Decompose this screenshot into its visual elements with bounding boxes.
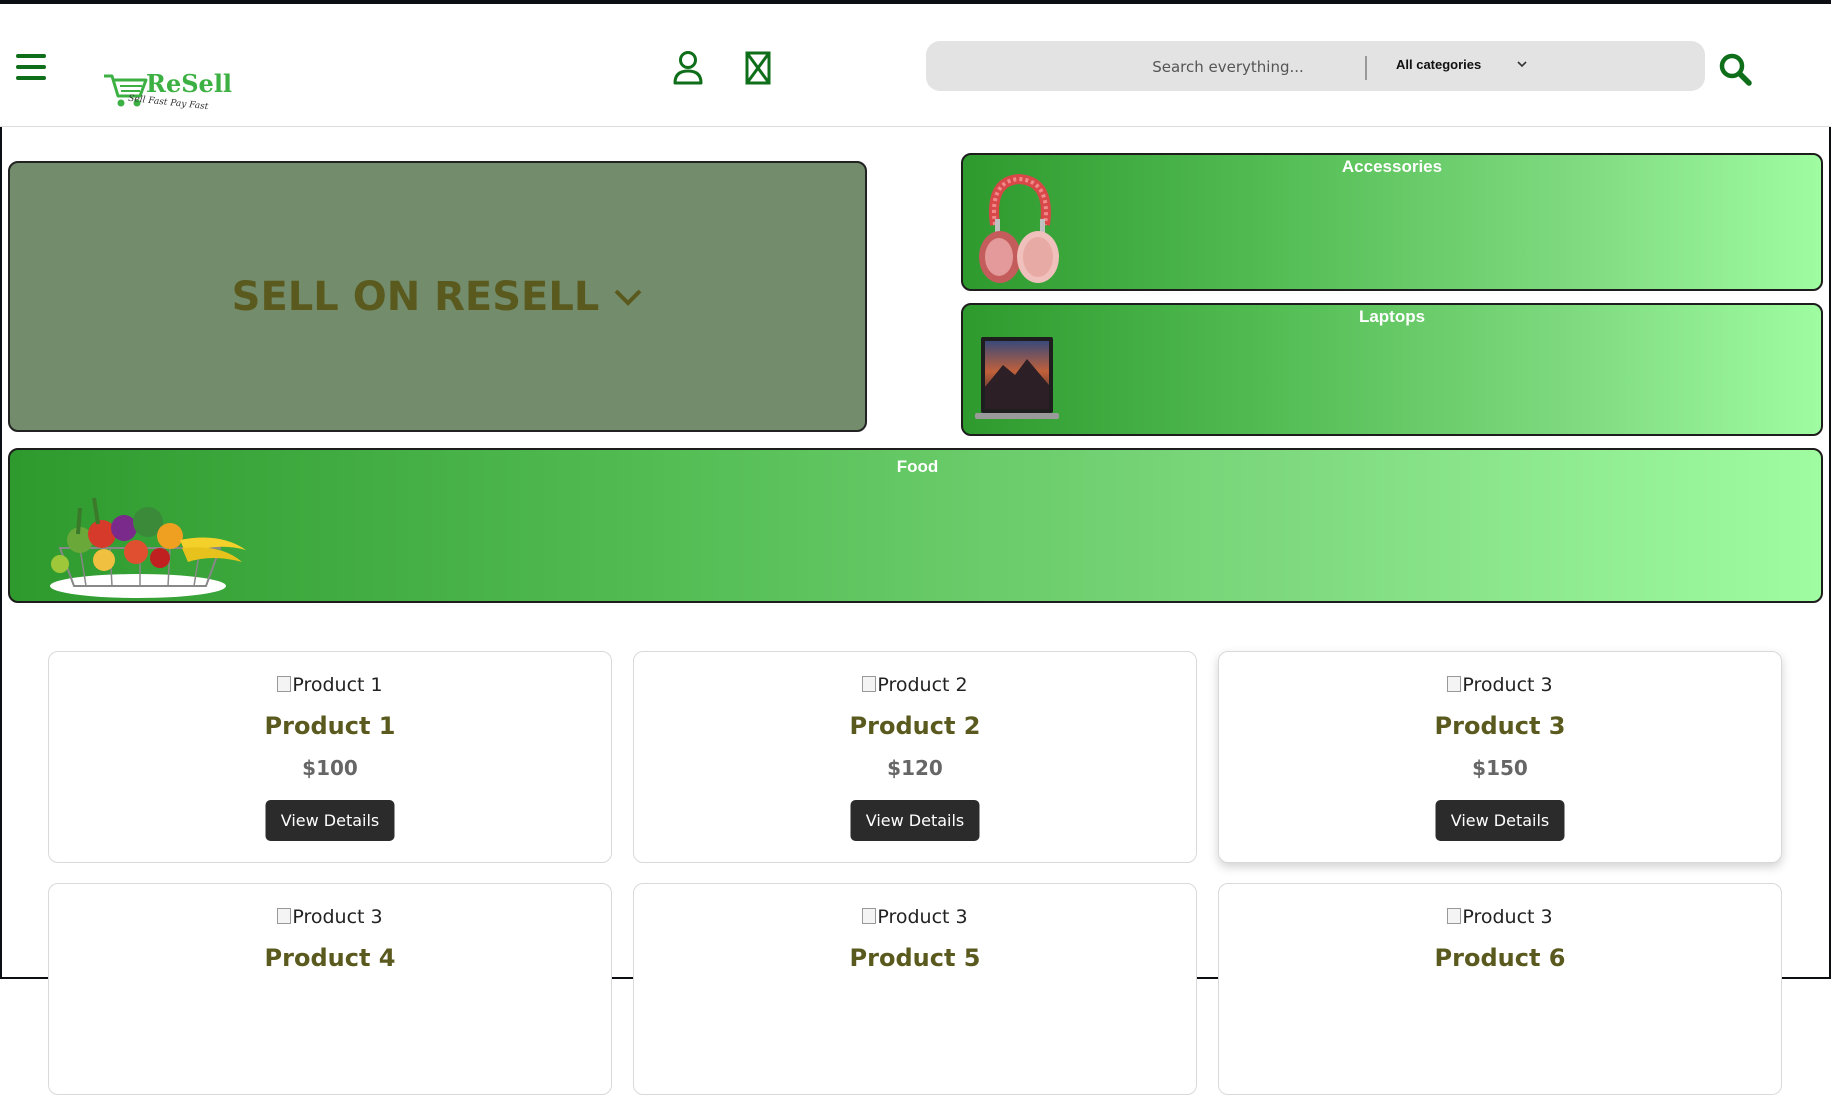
category-card-laptops[interactable]: Laptops [961,303,1823,436]
product-price: $120 [887,756,943,780]
window-left-border [0,0,2,979]
product-image: Product 3 [1219,674,1781,696]
category-select[interactable]: All categories [1396,55,1536,77]
broken-image-icon [277,676,292,692]
broken-image-icon [862,908,877,924]
product-name: Product 4 [264,944,396,972]
product-name: Product 3 [1434,712,1566,740]
logo[interactable]: ReSell Sell Fast Pay Fast [102,64,232,114]
product-image: Product 3 [634,906,1196,928]
product-card: Product 3 Product 4 [48,883,612,1095]
sell-on-resell-panel[interactable]: SELL ON RESELL [8,161,867,432]
product-card: Product 3 Product 5 [633,883,1197,1095]
brand-name: ReSell [146,69,233,98]
product-name: Product 1 [264,712,396,740]
product-price: $100 [302,756,358,780]
view-details-button[interactable]: View Details [850,800,980,841]
category-card-food[interactable]: Food [8,448,1823,603]
view-details-button[interactable]: View Details [1435,800,1565,841]
broken-image-icon [862,676,877,692]
user-icon[interactable] [670,48,706,88]
product-card: Product 3 Product 6 [1218,883,1782,1095]
broken-image-icon [1447,676,1462,692]
chevron-down-icon [1517,61,1527,68]
product-image: Product 3 [1219,906,1781,928]
search-bar: All categories [926,41,1705,91]
product-image: Product 3 [49,906,611,928]
search-input[interactable] [1076,51,1380,83]
view-details-button[interactable]: View Details [265,800,395,841]
product-name: Product 5 [849,944,981,972]
cart-icon[interactable] [740,48,776,88]
search-divider [1365,56,1367,80]
chevron-down-icon [614,289,642,306]
product-price: $150 [1472,756,1528,780]
sell-on-resell-label: SELL ON RESELL [231,273,600,320]
category-title: Food [896,457,939,476]
broken-image-icon [277,908,292,924]
product-card: Product 2 Product 2 $120 View Details [633,651,1197,863]
fruit-basket-icon [50,497,246,598]
menu-icon[interactable] [16,54,46,80]
search-icon[interactable] [1718,52,1754,88]
cart-logo-icon [104,74,148,107]
sell-on-resell-heading: SELL ON RESELL [10,163,865,430]
category-select-label: All categories [1396,57,1482,72]
product-image: Product 1 [49,674,611,696]
category-title: Accessories [1341,157,1443,176]
site-header: ReSell Sell Fast Pay Fast All categories [0,4,1831,127]
category-title: Laptops [1358,307,1426,326]
category-card-accessories[interactable]: Accessories [961,153,1823,291]
product-card: Product 3 Product 3 $150 View Details [1218,651,1782,863]
headphones-icon [979,173,1059,283]
product-image: Product 2 [634,674,1196,696]
product-name: Product 2 [849,712,981,740]
laptop-icon [975,337,1059,419]
product-card: Product 1 Product 1 $100 View Details [48,651,612,863]
broken-image-icon [1447,908,1462,924]
product-name: Product 6 [1434,944,1566,972]
